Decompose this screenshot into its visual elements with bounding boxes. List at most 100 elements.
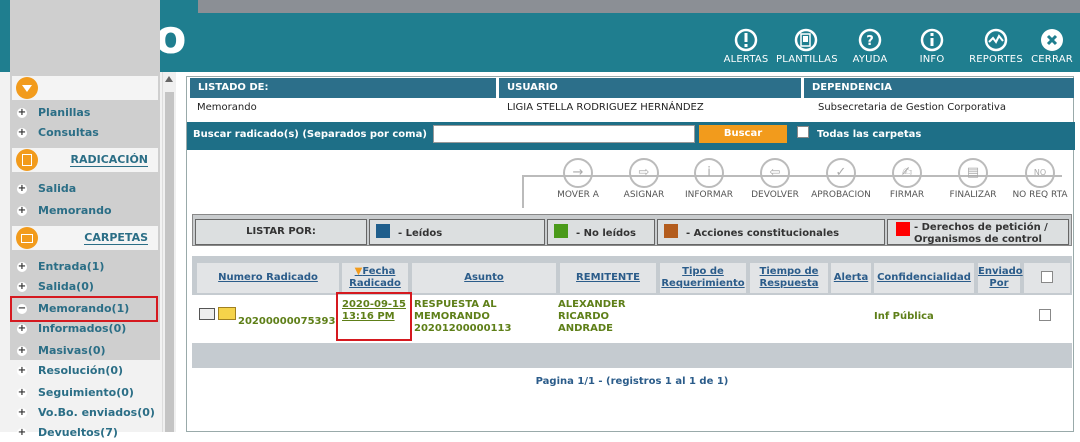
search-input[interactable] <box>433 125 695 143</box>
legend-label: - Leídos <box>398 228 443 239</box>
legend-label: - Derechos de petición / Organismos de c… <box>914 222 1048 245</box>
row-numero-radicado[interactable]: 20200000075393 <box>238 316 335 327</box>
cerrar-button[interactable]: CERRAR <box>1024 28 1080 68</box>
folder-icon[interactable] <box>218 307 236 320</box>
mover-a-button[interactable]: → MOVER A <box>548 158 608 200</box>
folder-item-resolucion[interactable]: + Resolución(0) <box>12 362 158 380</box>
folder-item-label: Resolución(0) <box>38 364 124 377</box>
assign-icon: ⇨ <box>629 158 659 188</box>
col-select-all[interactable] <box>1024 263 1070 293</box>
firmar-button[interactable]: ✍ FIRMAR <box>877 158 937 200</box>
folder-item-seguimiento[interactable]: + Seguimiento(0) <box>12 384 158 402</box>
sidebar-item-consultas[interactable]: + Consultas <box>12 124 158 142</box>
col-tiempo-respuesta[interactable]: Tiempo de Respuesta <box>750 263 828 293</box>
folder-item-label: Seguimiento(0) <box>38 386 134 399</box>
legend-label: - No leídos <box>576 228 636 239</box>
pagination: Pagina 1/1 - (registros 1 al 1 de 1) <box>535 376 729 387</box>
folder-item-salida[interactable]: + Salida(0) <box>12 278 158 296</box>
col-fecha-radicado[interactable]: ▼Fecha Radicado <box>342 263 408 293</box>
col-remitente[interactable]: REMITENTE <box>560 263 656 293</box>
chevron-down-icon[interactable] <box>16 77 38 99</box>
signature-icon: ✍ <box>892 158 922 188</box>
plus-icon: + <box>17 407 27 418</box>
finalize-icon: ▤ <box>958 158 988 188</box>
asignar-button[interactable]: ⇨ ASIGNAR <box>614 158 674 200</box>
plus-icon: + <box>17 205 27 216</box>
sidebar-item-label: Planillas <box>38 106 91 119</box>
legend-leidos[interactable]: - Leídos <box>369 219 545 245</box>
return-icon: ⇦ <box>760 158 790 188</box>
legend-derechos-peticion[interactable]: - Derechos de petición / Organismos de c… <box>887 219 1069 245</box>
col-confidencialidad[interactable]: Confidencialidad <box>874 263 974 293</box>
sidebar-item-label: Memorando <box>38 204 112 217</box>
plus-icon: + <box>17 365 27 376</box>
highlight-memorando-folder <box>10 296 158 322</box>
reportes-button[interactable]: REPORTES <box>966 28 1026 68</box>
informar-button[interactable]: i INFORMAR <box>679 158 739 200</box>
plantillas-label: PLANTILLAS <box>776 54 838 65</box>
alertas-button[interactable]: ALERTAS <box>716 28 776 68</box>
sidebar-item-memorando[interactable]: + Memorando <box>12 202 158 220</box>
sidebar-item-salida[interactable]: + Salida <box>12 180 158 198</box>
finalizar-label: FINALIZAR <box>949 190 997 200</box>
legend-bar: LISTAR POR: - Leídos - No leídos - Accio… <box>192 214 1072 246</box>
plus-icon: + <box>17 345 27 356</box>
sidebar-item-label: Consultas <box>38 126 99 139</box>
legend-acciones-constitucionales[interactable]: - Acciones constitucionales <box>657 219 885 245</box>
col-tipo-requerimiento[interactable]: Tipo de Requerimiento <box>660 263 746 293</box>
sidebar-scrollbar[interactable] <box>162 72 176 432</box>
folder-item-label: Entrada(1) <box>38 260 105 273</box>
legend-color <box>664 224 678 238</box>
highlight-fecha <box>336 292 412 341</box>
col-enviado-por[interactable]: Enviado Por <box>978 263 1023 293</box>
folder-item-informados[interactable]: + Informados(0) <box>12 320 158 338</box>
row-confidencialidad: Inf Pública <box>874 311 934 322</box>
ayuda-button[interactable]: ? AYUDA <box>840 28 900 68</box>
select-all-checkbox[interactable] <box>1041 271 1053 283</box>
col-numero-radicado[interactable]: Numero Radicado <box>197 263 339 293</box>
usuario-header: USUARIO <box>499 78 801 98</box>
radicacion-header: RADICACIÓN <box>12 148 158 172</box>
row-checkbox[interactable] <box>1039 309 1051 321</box>
sidebar-item-planillas[interactable]: + Planillas <box>12 104 158 122</box>
folder-item-entrada[interactable]: + Entrada(1) <box>12 258 158 276</box>
ayuda-label: AYUDA <box>852 54 888 65</box>
col-asunto[interactable]: Asunto <box>412 263 556 293</box>
info-button[interactable]: INFO <box>902 28 962 68</box>
sidebar-menu-header[interactable] <box>12 76 158 100</box>
document-icon <box>16 149 38 171</box>
plus-icon: + <box>17 323 27 334</box>
folder-item-label: Devueltos(7) <box>38 426 118 439</box>
scroll-up-icon[interactable] <box>165 76 173 82</box>
legend-label: - Acciones constitucionales <box>686 228 840 239</box>
template-icon <box>794 28 818 52</box>
sidebar-item-label: Salida <box>38 182 77 195</box>
devolver-button[interactable]: ⇦ DEVOLVER <box>745 158 805 200</box>
plantillas-button[interactable]: PLANTILLAS <box>776 28 838 68</box>
edit-icon[interactable] <box>199 308 215 320</box>
todas-carpetas-checkbox[interactable] <box>797 126 809 138</box>
folder-item-devueltos[interactable]: + Devueltos(7) <box>12 424 158 442</box>
no-req-rta-button[interactable]: NO NO REQ RTA <box>1010 158 1070 200</box>
finalizar-button[interactable]: ▤ FINALIZAR <box>943 158 1003 200</box>
col-alerta[interactable]: Alerta <box>831 263 871 293</box>
reportes-label: REPORTES <box>969 54 1023 65</box>
buscar-button[interactable]: Buscar <box>699 125 787 143</box>
dependencia-value: Subsecretaria de Gestion Corporativa <box>818 102 1006 113</box>
legend-color <box>376 224 390 238</box>
scroll-thumb[interactable] <box>165 92 174 432</box>
legend-no-leidos[interactable]: - No leídos <box>547 219 655 245</box>
plus-icon: + <box>17 183 27 194</box>
folder-item-masivas[interactable]: + Masivas(0) <box>12 342 158 360</box>
row-remitente: ALEXANDER RICARDO ANDRADE <box>558 299 626 334</box>
carpetas-header: CARPETAS <box>12 226 158 250</box>
dependencia-header: DEPENDENCIA <box>804 78 1074 98</box>
svg-text:?: ? <box>866 34 874 49</box>
folder-item-vobo-enviados[interactable]: + Vo.Bo. enviados(0) <box>12 404 158 422</box>
plus-icon: + <box>17 261 27 272</box>
close-icon <box>1041 29 1063 51</box>
folder-item-label: Salida(0) <box>38 280 94 293</box>
aprobacion-button[interactable]: ✓ APROBACION <box>811 158 871 200</box>
plus-icon: + <box>17 107 27 118</box>
row-asunto[interactable]: RESPUESTA AL MEMORANDO 20201200000113 <box>414 299 554 335</box>
